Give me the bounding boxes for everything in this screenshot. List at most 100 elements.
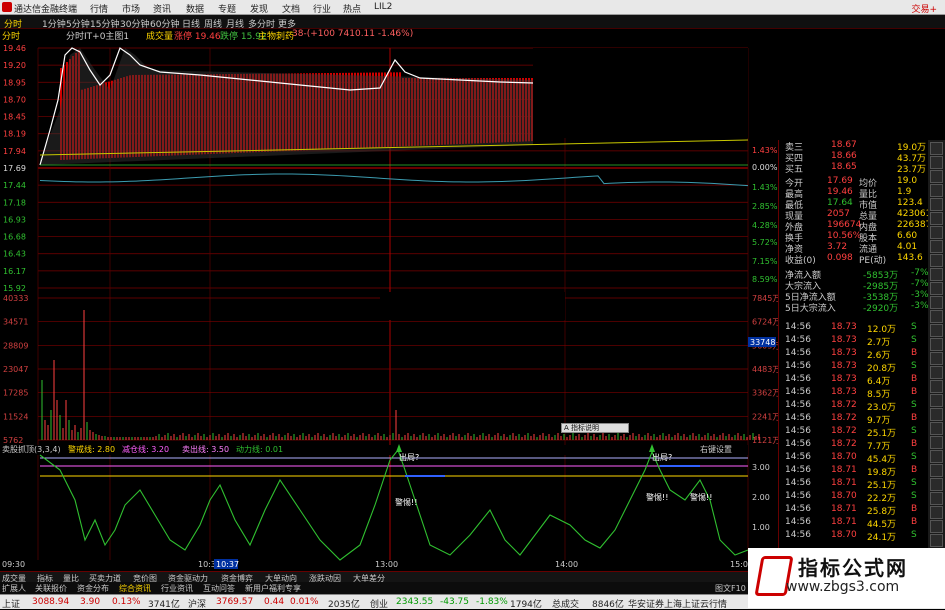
price-axis-label: 18.19	[3, 130, 26, 139]
toolbar-icon[interactable]	[930, 142, 943, 155]
flow-pct: -3%	[911, 301, 929, 311]
toolbar-icon[interactable]	[930, 506, 943, 519]
time-axis-label: 10:37	[216, 560, 239, 569]
tick-side: B	[911, 517, 918, 527]
toolbar-icon[interactable]	[930, 422, 943, 435]
tick-time: 14:56	[785, 322, 811, 332]
toolbar-icon[interactable]	[930, 324, 943, 337]
sh-index-label[interactable]: 上证	[2, 597, 20, 610]
toolbar-icon[interactable]	[930, 394, 943, 407]
toolbar-icon[interactable]	[930, 450, 943, 463]
tick-side: S	[911, 478, 917, 488]
volume-axis-label: 23047	[3, 365, 28, 374]
intraday-chart[interactable]: 19.46 19.20 18.95 18.70 18.45 18.19 17.94 17.69…	[0, 0, 778, 571]
toolbar-icon[interactable]	[930, 226, 943, 239]
pct-axis-label: 5.72%	[752, 238, 778, 247]
average-price-line	[39, 173, 749, 187]
trade-button[interactable]: 交易+	[911, 2, 937, 15]
indicator-popup[interactable]: A 指标说明	[561, 423, 629, 433]
tick-row: 14:56 18.71 25.8万 B	[779, 504, 929, 517]
toolbar-icon[interactable]	[930, 534, 943, 547]
tick-price: 18.70	[831, 530, 857, 540]
toolbar-icon[interactable]	[930, 352, 943, 365]
tick-side: S	[911, 322, 917, 332]
toolbar-icon[interactable]	[930, 366, 943, 379]
pct-axis-label: 2.85%	[752, 202, 778, 211]
watermark-url: www.zbgs3.com	[786, 579, 900, 595]
tick-volume: 6.4万	[867, 377, 891, 387]
tick-price: 18.71	[831, 465, 857, 475]
info-tab[interactable]: 综合资讯	[119, 583, 151, 594]
toolbar-icon[interactable]	[930, 296, 943, 309]
toolbar-icon[interactable]	[930, 240, 943, 253]
tick-side: S	[911, 335, 917, 345]
tick-side: S	[911, 452, 917, 462]
toolbar-icon[interactable]	[930, 310, 943, 323]
quote-price: 18.67	[831, 140, 857, 150]
toolbar-icon[interactable]	[930, 212, 943, 225]
cy-index-label[interactable]: 创业	[370, 597, 388, 610]
info-tab[interactable]: 图文F10	[715, 583, 746, 594]
tick-price: 18.73	[831, 335, 857, 345]
toolbar-icon[interactable]	[930, 338, 943, 351]
volume-axis-label: 34571	[3, 318, 28, 327]
toolbar-icon[interactable]	[930, 436, 943, 449]
tick-side: B	[911, 465, 918, 475]
info-tab[interactable]: 新用户福利专享	[245, 583, 301, 594]
sz-index-label[interactable]: 沪深	[188, 597, 206, 610]
info-tab[interactable]: 资金分布	[77, 583, 109, 594]
total-turnover-label: 总成交	[552, 600, 580, 610]
price-axis-label: 16.68	[3, 233, 26, 242]
tick-time: 14:56	[785, 335, 811, 345]
tick-side: B	[911, 413, 918, 423]
capital-flow-row: 5日大宗流入 -2920万 -3%	[779, 301, 929, 314]
field-value: 10.56%	[827, 231, 862, 241]
toolbar-icon[interactable]	[930, 184, 943, 197]
price-axis-label: 18.95	[3, 78, 26, 87]
toolbar-icon[interactable]	[930, 478, 943, 491]
toolbar-icon[interactable]	[930, 156, 943, 169]
toolbar-icon[interactable]	[930, 198, 943, 211]
pct-axis-label: 1.43%	[752, 146, 778, 155]
field-label: 收益(0)	[785, 256, 816, 266]
capital-flow-row: 5日净流入额 -3538万 -3%	[779, 290, 929, 303]
field-value: 196674	[827, 220, 862, 230]
tick-price: 18.73	[831, 361, 857, 371]
quote-row: 买五 18.65 23.7万	[779, 162, 929, 175]
toolbar-icon[interactable]	[930, 408, 943, 421]
signal-label: 出局?	[652, 452, 672, 462]
price-axis-label: 16.17	[3, 267, 26, 276]
toolbar-icon[interactable]	[930, 464, 943, 477]
tick-volume: 7.7万	[867, 442, 891, 452]
sh-index-value: 3088.94	[32, 597, 70, 607]
watermark-logo: 指标公式网 www.zbgs3.com	[748, 548, 945, 608]
price-axis-label: 17.69	[3, 164, 26, 173]
tick-time: 14:56	[785, 517, 811, 527]
tick-volume: 25.1万	[867, 481, 897, 491]
tick-row: 14:56 18.73 6.4万 B	[779, 374, 929, 387]
tick-price: 18.72	[831, 426, 857, 436]
info-tab[interactable]: 关联报价	[35, 583, 67, 594]
indicator-header-name: 卖股抓顶(3,3,4)	[2, 444, 61, 454]
tick-side: B	[911, 504, 918, 514]
toolbar-icon[interactable]	[930, 282, 943, 295]
toolbar-icon[interactable]	[930, 170, 943, 183]
info-tab[interactable]: 互动问答	[203, 583, 235, 594]
toolbar-icon[interactable]	[930, 254, 943, 267]
toolbar-icon[interactable]	[930, 268, 943, 281]
info-tab[interactable]: 扩展人	[2, 583, 26, 594]
signal-label: 警惕!!	[690, 492, 712, 502]
broker-info: 华安证券上海上证云行情	[628, 600, 728, 610]
toolbar-icon[interactable]	[930, 492, 943, 505]
tick-price: 18.71	[831, 478, 857, 488]
tick-volume: 20.8万	[867, 364, 897, 374]
info-tab[interactable]: 行业资讯	[161, 583, 193, 594]
quote-price: 18.65	[831, 162, 857, 172]
toolbar-icon[interactable]	[930, 520, 943, 533]
tick-time: 14:56	[785, 452, 811, 462]
tick-volume: 19.8万	[867, 468, 897, 478]
toolbar-icon[interactable]	[930, 380, 943, 393]
tick-price: 18.71	[831, 517, 857, 527]
tick-volume: 9.7万	[867, 416, 891, 426]
flow-label: 5日大宗流入	[785, 304, 836, 314]
